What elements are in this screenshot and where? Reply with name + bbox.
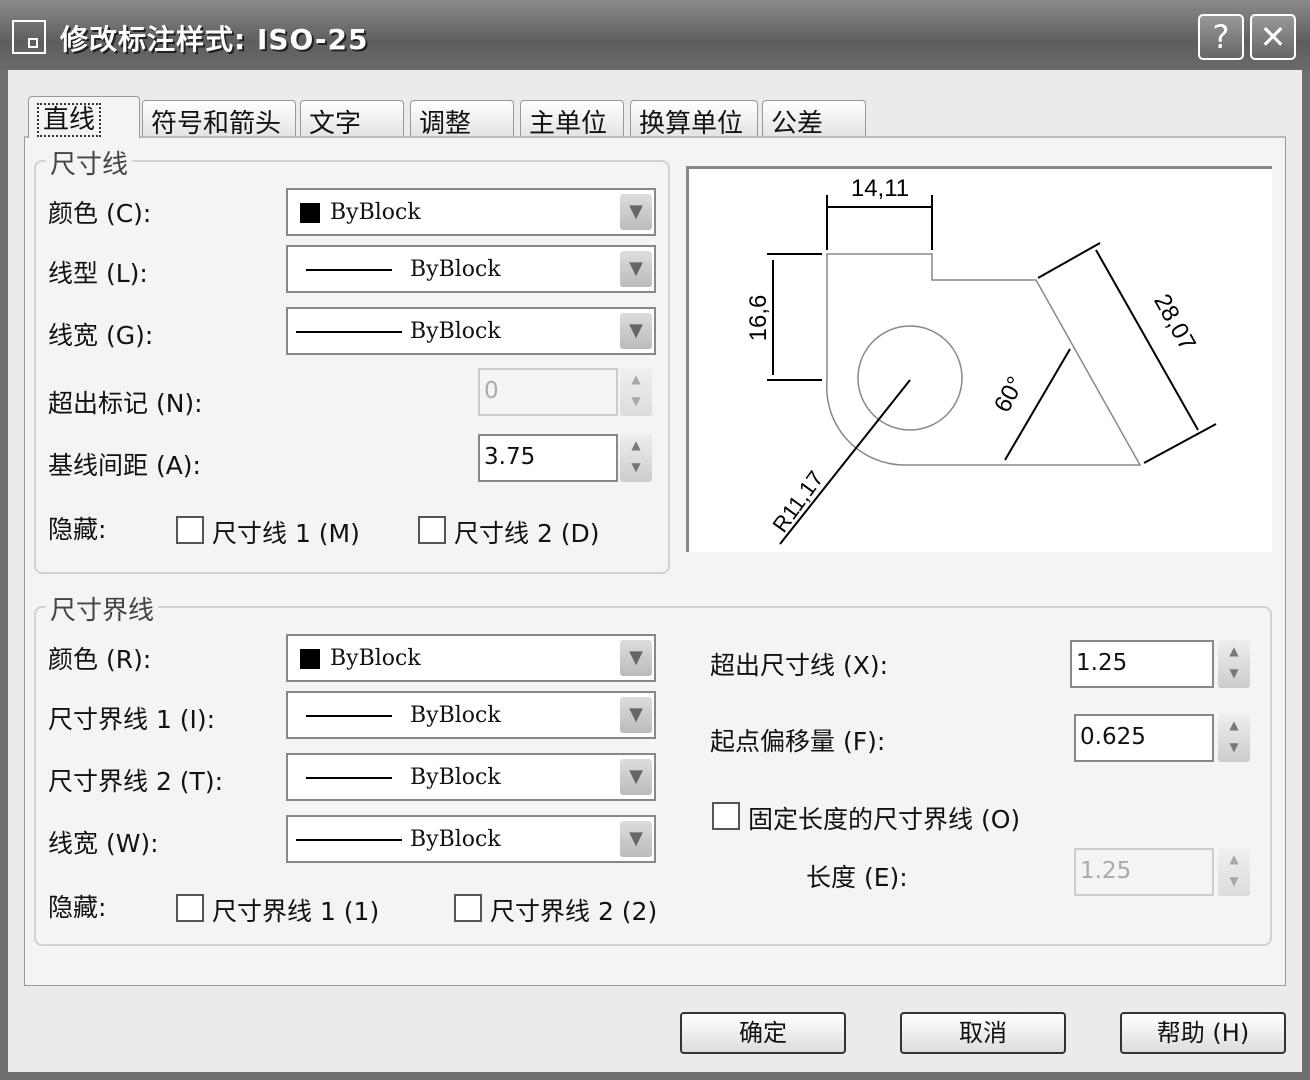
- color-swatch: [300, 649, 320, 669]
- spinner-arrows-icon[interactable]: ▲ ▼: [1218, 640, 1250, 688]
- spinner-arrows-icon[interactable]: ▲ ▼: [620, 368, 652, 416]
- dim-text-top: 14,11: [851, 175, 909, 202]
- line-sample: [306, 269, 392, 271]
- ext-lineweight-select[interactable]: ByBlock ▼: [286, 815, 656, 863]
- group-title: 尺寸线: [46, 144, 133, 181]
- line-sample: [306, 777, 392, 779]
- label: 尺寸线 1 (M): [212, 519, 360, 548]
- label: 隐藏:: [48, 515, 107, 544]
- ext-line-1-linetype-select[interactable]: ByBlock ▼: [286, 691, 656, 739]
- chevron-down-icon[interactable]: ▼: [620, 759, 652, 795]
- part-outline: [825, 253, 1142, 466]
- help-button[interactable]: 帮助 (H): [1120, 1012, 1286, 1054]
- app-icon: [12, 20, 46, 54]
- tab-text[interactable]: 文字: [300, 100, 404, 139]
- select-value: ByBlock: [410, 257, 501, 282]
- tab-fit[interactable]: 调整: [410, 100, 514, 139]
- label: 固定长度的尺寸界线 (O): [748, 805, 1021, 834]
- label: 尺寸界线 1 (I):: [48, 705, 216, 734]
- extend-beyond-dim-lines-input[interactable]: 1.25: [1070, 640, 1214, 688]
- suppress-dim-line-1-checkbox[interactable]: [176, 516, 204, 544]
- preview-pane: 14,11 16,6 28,07 60° R11,17: [686, 166, 1272, 552]
- dim-color-select[interactable]: ByBlock ▼: [286, 188, 656, 236]
- select-value: ByBlock: [410, 827, 501, 852]
- dim-text-angle: 60°: [989, 372, 1030, 417]
- line-sample: [296, 331, 402, 333]
- dim-text-left: 16,6: [745, 295, 772, 342]
- chevron-down-icon[interactable]: ▼: [620, 640, 652, 676]
- label: 起点偏移量 (F):: [710, 727, 886, 756]
- dim-text-radius: R11,17: [767, 466, 828, 537]
- dim-text-slant: 28,07: [1148, 290, 1201, 356]
- chevron-down-icon[interactable]: ▼: [620, 313, 652, 349]
- title-bar: 修改标注样式: ISO-25 ? ✕: [0, 0, 1310, 70]
- select-value: ByBlock: [410, 765, 501, 790]
- tab-tolerances[interactable]: 公差: [762, 100, 866, 139]
- ext-line-2-linetype-select[interactable]: ByBlock ▼: [286, 753, 656, 801]
- ok-button[interactable]: 确定: [680, 1012, 846, 1054]
- dim-lineweight-select[interactable]: ByBlock ▼: [286, 307, 656, 355]
- dim-linetype-select[interactable]: ByBlock ▼: [286, 245, 656, 293]
- label: 尺寸界线 2 (T):: [48, 767, 224, 796]
- tab-label: 直线: [37, 103, 102, 137]
- suppress-ext-line-2-checkbox[interactable]: [454, 894, 482, 922]
- label: 线宽 (G):: [48, 321, 154, 350]
- suppress-ext-line-1-checkbox[interactable]: [176, 894, 204, 922]
- chevron-down-icon[interactable]: ▼: [620, 251, 652, 287]
- label: 线型 (L):: [48, 259, 148, 288]
- dimension-lines: [767, 195, 1217, 545]
- label: 尺寸界线 1 (1): [212, 897, 380, 926]
- label: 尺寸线 2 (D): [454, 519, 600, 548]
- close-icon[interactable]: ✕: [1250, 14, 1296, 60]
- dialog-window: 修改标注样式: ISO-25 ? ✕ 直线 符号和箭头 文字 调整 主单位 换算…: [0, 0, 1310, 1080]
- select-value: ByBlock: [330, 646, 421, 671]
- color-swatch: [300, 203, 320, 223]
- extend-beyond-ticks-input[interactable]: 0: [478, 368, 618, 416]
- offset-from-origin-input[interactable]: 0.625: [1074, 714, 1214, 762]
- line-sample: [296, 839, 402, 841]
- cancel-button[interactable]: 取消: [900, 1012, 1066, 1054]
- preview-drawing: 14,11 16,6 28,07 60° R11,17: [745, 175, 1217, 545]
- label: 长度 (E):: [806, 863, 908, 892]
- chevron-down-icon[interactable]: ▼: [620, 697, 652, 733]
- label: 超出标记 (N):: [48, 389, 203, 418]
- chevron-down-icon[interactable]: ▼: [620, 194, 652, 230]
- help-icon[interactable]: ?: [1198, 14, 1244, 60]
- select-value: ByBlock: [410, 319, 501, 344]
- select-value: ByBlock: [410, 703, 501, 728]
- group-title: 尺寸界线: [46, 590, 159, 627]
- window-title: 修改标注样式: ISO-25: [60, 23, 369, 56]
- tab-primary-units[interactable]: 主单位: [520, 100, 624, 139]
- label: 隐藏:: [48, 893, 107, 922]
- baseline-spacing-input[interactable]: 3.75: [478, 434, 618, 482]
- tab-alternate-units[interactable]: 换算单位: [630, 100, 758, 139]
- spinner-arrows-icon[interactable]: ▲ ▼: [1218, 848, 1250, 896]
- line-sample: [306, 715, 392, 717]
- chevron-down-icon[interactable]: ▼: [620, 821, 652, 857]
- select-value: ByBlock: [330, 200, 421, 225]
- label: 颜色 (R):: [48, 645, 152, 674]
- label: 超出尺寸线 (X):: [710, 651, 889, 680]
- fixed-length-ext-lines-checkbox[interactable]: [712, 802, 740, 830]
- tab-lines[interactable]: 直线: [28, 96, 140, 138]
- ext-color-select[interactable]: ByBlock ▼: [286, 634, 656, 682]
- spinner-arrows-icon[interactable]: ▲ ▼: [620, 434, 652, 482]
- spinner-arrows-icon[interactable]: ▲ ▼: [1218, 714, 1250, 762]
- length-input[interactable]: 1.25: [1074, 848, 1214, 896]
- label: 尺寸界线 2 (2): [490, 897, 658, 926]
- label: 颜色 (C):: [48, 199, 152, 228]
- label: 线宽 (W):: [48, 829, 159, 858]
- label: 基线间距 (A):: [48, 451, 201, 480]
- suppress-dim-line-2-checkbox[interactable]: [418, 516, 446, 544]
- tab-symbols-arrows[interactable]: 符号和箭头: [142, 100, 296, 139]
